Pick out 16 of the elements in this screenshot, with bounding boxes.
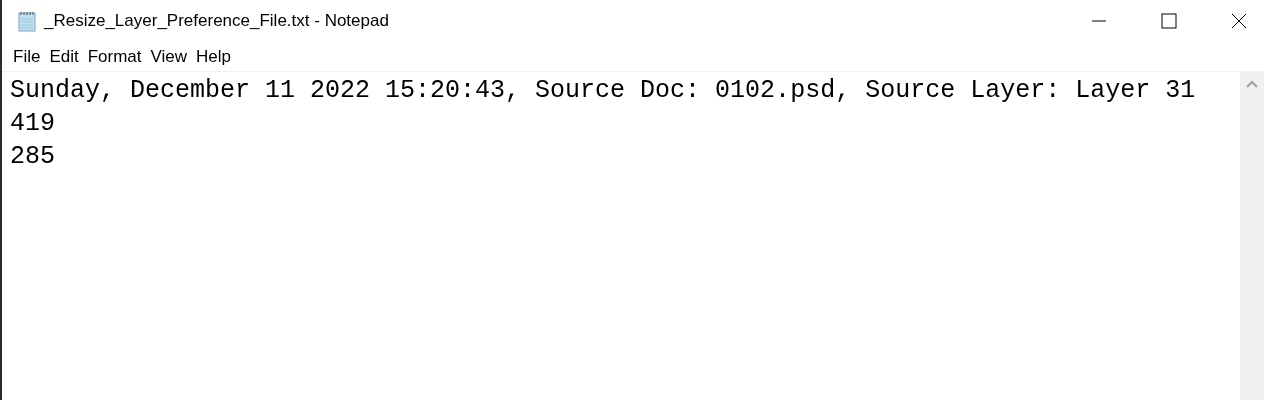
menu-item[interactable]: Help (193, 43, 235, 70)
notepad-icon (16, 10, 38, 32)
text-area[interactable]: Sunday, December 11 2022 15:20:43, Source Doc: 0102.psd, Source Layer: Layer 31 419 285 (2, 72, 1240, 400)
close-icon (1231, 13, 1247, 29)
text-line: 419 (10, 108, 55, 140)
window-title: _Resize_Layer_Preference_File.txt - Notepad (44, 10, 389, 33)
text-line: Sunday, December 11 2022 15:20:43, Source Doc: 0102.psd, Source Layer: Layer 31 (10, 75, 1196, 107)
menu-item[interactable]: Format (84, 43, 145, 70)
scroll-up-icon (1246, 80, 1258, 88)
maximize-icon (1161, 13, 1177, 29)
text-line: 285 (10, 141, 55, 173)
menu-item[interactable]: File (10, 43, 44, 70)
menu-item[interactable]: View (147, 43, 191, 70)
menu-item[interactable]: Edit (46, 43, 82, 70)
minimize-icon (1091, 20, 1107, 22)
scrollbar[interactable] (1240, 72, 1264, 400)
